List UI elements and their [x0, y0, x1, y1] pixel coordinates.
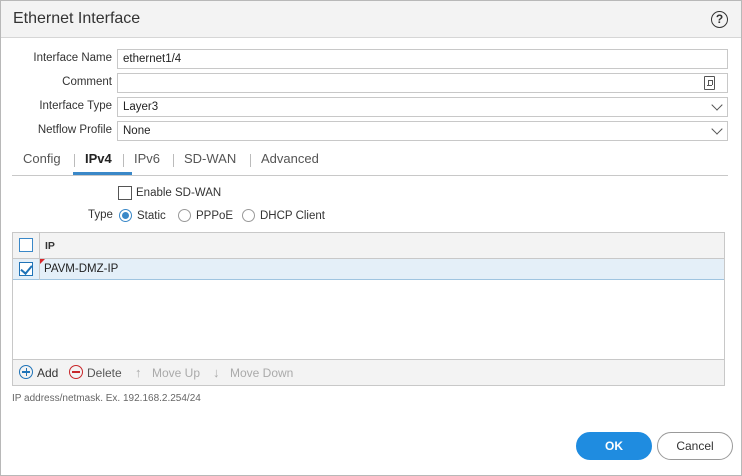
add-button[interactable]: Add — [37, 366, 58, 380]
active-tab-indicator — [73, 172, 132, 175]
type-dhcp-client-radio[interactable] — [242, 209, 255, 222]
ok-button[interactable]: OK — [576, 432, 652, 460]
arrow-down-icon: ↓ — [213, 365, 220, 380]
type-pppoe-label: PPPoE — [196, 210, 234, 222]
move-up-button[interactable]: Move Up — [152, 366, 200, 380]
arrow-up-icon: ↑ — [135, 365, 142, 380]
tab-sd-wan[interactable]: SD-WAN — [184, 151, 236, 166]
type-pppoe-radio[interactable] — [178, 209, 191, 222]
type-static-radio[interactable] — [119, 209, 132, 222]
tab-config[interactable]: Config — [23, 151, 61, 166]
type-dhcp-client-label: DHCP Client — [260, 210, 325, 222]
tab-divider — [173, 154, 174, 167]
ip-hint-text: IP address/netmask. Ex. 192.168.2.254/24 — [12, 393, 201, 404]
chevron-down-icon — [711, 99, 723, 111]
dialog-title: Ethernet Interface — [13, 10, 141, 27]
interface-type-select[interactable]: Layer3 — [117, 97, 728, 117]
column-divider — [39, 233, 40, 259]
text-editor-icon[interactable] — [704, 76, 715, 90]
table-toolbar: Add Delete ↑ Move Up ↓ Move Down — [13, 359, 724, 385]
delete-icon[interactable] — [69, 365, 83, 379]
ip-cell[interactable]: PAVM-DMZ-IP — [44, 263, 118, 275]
interface-type-label: Interface Type — [39, 100, 112, 112]
comment-label: Comment — [62, 76, 112, 88]
cancel-button[interactable]: Cancel — [657, 432, 733, 460]
move-down-button[interactable]: Move Down — [230, 366, 293, 380]
interface-tabs: Config IPv4 IPv6 SD-WAN Advanced — [12, 146, 728, 176]
select-all-checkbox[interactable] — [19, 238, 33, 252]
type-static-label: Static — [137, 210, 166, 222]
enable-sd-wan-checkbox[interactable] — [118, 186, 132, 200]
tab-divider — [250, 154, 251, 167]
netflow-profile-select[interactable]: None — [117, 121, 728, 141]
interface-type-value: Layer3 — [123, 101, 159, 113]
delete-button[interactable]: Delete — [87, 366, 122, 380]
interface-name-label: Interface Name — [33, 52, 112, 64]
comment-field[interactable] — [117, 73, 728, 93]
ip-column-header[interactable]: IP — [45, 240, 55, 252]
add-icon[interactable] — [19, 365, 33, 379]
table-row[interactable]: PAVM-DMZ-IP — [13, 259, 724, 280]
type-label: Type — [88, 209, 113, 221]
interface-name-value: ethernet1/4 — [123, 53, 182, 65]
ip-address-table: IP PAVM-DMZ-IP Add Delete ↑ Move Up ↓ Mo… — [12, 232, 725, 386]
tab-advanced[interactable]: Advanced — [261, 151, 319, 166]
chevron-down-icon — [711, 123, 723, 135]
netflow-profile-label: Netflow Profile — [37, 124, 112, 136]
tab-divider — [123, 154, 124, 167]
table-header: IP — [13, 233, 724, 259]
interface-name-field[interactable]: ethernet1/4 — [117, 49, 728, 69]
help-icon[interactable]: ? — [711, 11, 728, 28]
ethernet-interface-dialog: Ethernet Interface ? Interface Name ethe… — [0, 0, 742, 476]
tab-divider — [74, 154, 75, 167]
tab-ipv6[interactable]: IPv6 — [134, 151, 160, 166]
row-checkbox[interactable] — [19, 262, 33, 276]
dialog-titlebar: Ethernet Interface ? — [1, 1, 741, 38]
tab-ipv4[interactable]: IPv4 — [85, 151, 112, 166]
netflow-profile-value: None — [123, 125, 151, 137]
enable-sd-wan-label: Enable SD-WAN — [136, 187, 222, 199]
